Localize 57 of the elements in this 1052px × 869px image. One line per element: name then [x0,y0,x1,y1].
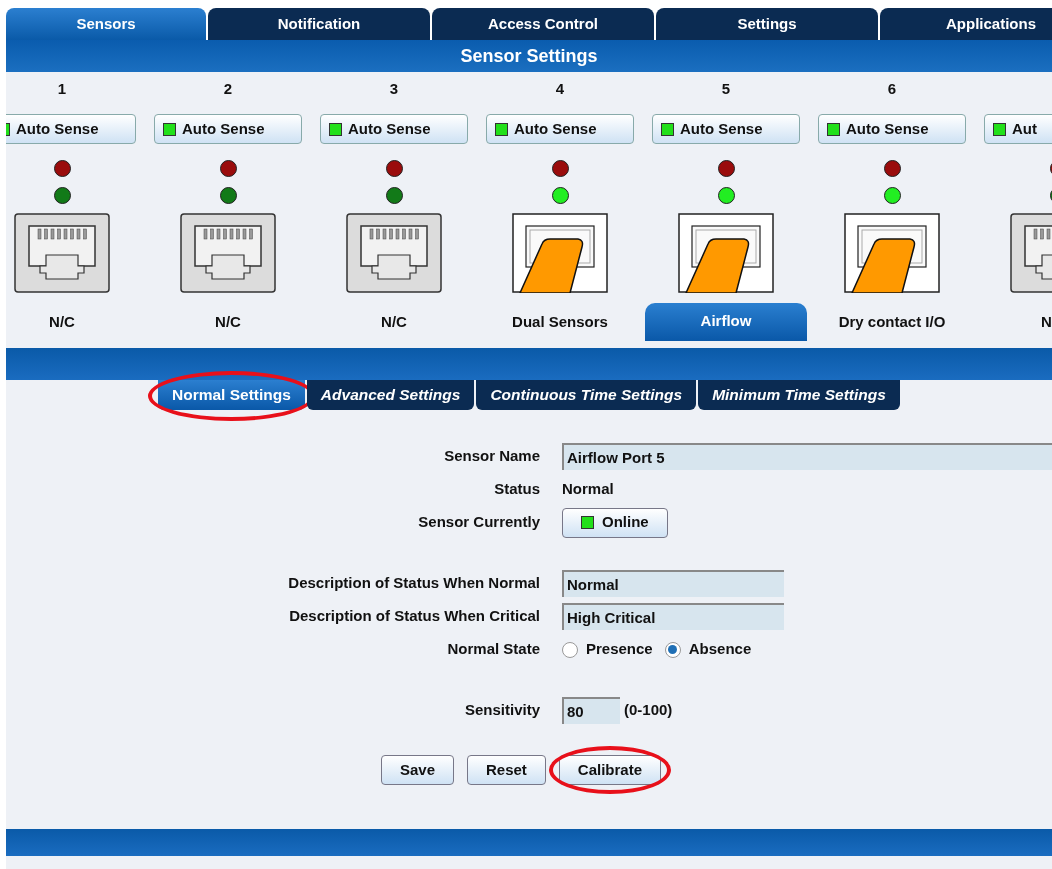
radio-label[interactable]: Presence [586,638,653,661]
radio-button[interactable] [664,641,681,658]
field-label: Description of Status When Normal [287,573,540,594]
settings-tab[interactable]: Minimum Time Settings [698,380,900,410]
auto-sense-button[interactable]: Auto Sense [652,114,800,144]
auto-sense-button[interactable]: Auto Sense [154,114,302,144]
port-number: 1 [57,80,67,97]
radio-button[interactable] [562,641,578,658]
auto-sense-button[interactable]: Aut [984,114,1052,144]
number-input[interactable]: 80 [562,697,620,724]
field-label: Sensitivity [463,700,540,721]
page-title: Sensor Settings [6,40,1052,72]
port-label[interactable]: Dual Sensors [512,311,608,334]
port-label[interactable]: Dry contact I/O [838,311,946,334]
nav-tab[interactable]: Settings [656,8,878,40]
indicator-icon [329,122,342,136]
indicator-icon [827,122,840,136]
port-label[interactable]: N/C [381,311,407,334]
radio-label[interactable]: Absence [688,638,752,661]
port-label[interactable]: N/C [49,311,75,334]
port-number: 2 [223,80,233,97]
nav-tab[interactable]: Notification [208,8,430,40]
port-number: 6 [887,80,897,97]
indicator-icon [495,122,508,136]
settings-tab[interactable]: Normal Settings [158,380,305,410]
port-number: 3 [389,80,399,97]
text-input[interactable]: High Critical [562,603,784,630]
nav-tab[interactable]: Access Control [432,8,654,40]
settings-tab[interactable]: Continuous Time Settings [476,380,697,410]
field-label: Status [493,479,540,500]
indicator-icon [163,122,176,136]
settings-tab[interactable]: Advanced Settings [306,380,475,410]
indicator-icon [993,122,1006,136]
text-input[interactable]: Normal [562,570,784,597]
port-label[interactable]: N [1041,311,1052,334]
auto-sense-button[interactable]: Auto Sense [6,114,136,144]
indicator-icon [661,122,674,136]
status-value: Normal [562,479,614,500]
action-button[interactable]: Calibrate [558,755,662,785]
action-button[interactable]: Reset [467,755,546,785]
auto-sense-button[interactable]: Auto Sense [818,114,966,144]
nav-tab[interactable]: Applications [880,8,1052,40]
field-label: Normal State [446,639,540,660]
port-label[interactable]: N/C [215,311,241,334]
text-input[interactable]: Airflow Port 5 [562,443,1052,470]
field-label: Sensor Name [443,446,540,467]
field-label: Sensor Currently [417,512,540,533]
port-tab[interactable]: Airflow [645,303,807,341]
port-number: 5 [721,80,731,97]
auto-sense-button[interactable]: Auto Sense [486,114,634,144]
field-label: Description of Status When Critical [288,606,540,627]
online-button[interactable]: Online [562,507,668,538]
range-hint: (0-100) [624,700,673,721]
auto-sense-button[interactable]: Auto Sense [320,114,468,144]
port-number: 4 [555,80,565,97]
nav-tab[interactable]: Sensors [6,8,206,40]
action-button[interactable]: Save [380,755,454,785]
